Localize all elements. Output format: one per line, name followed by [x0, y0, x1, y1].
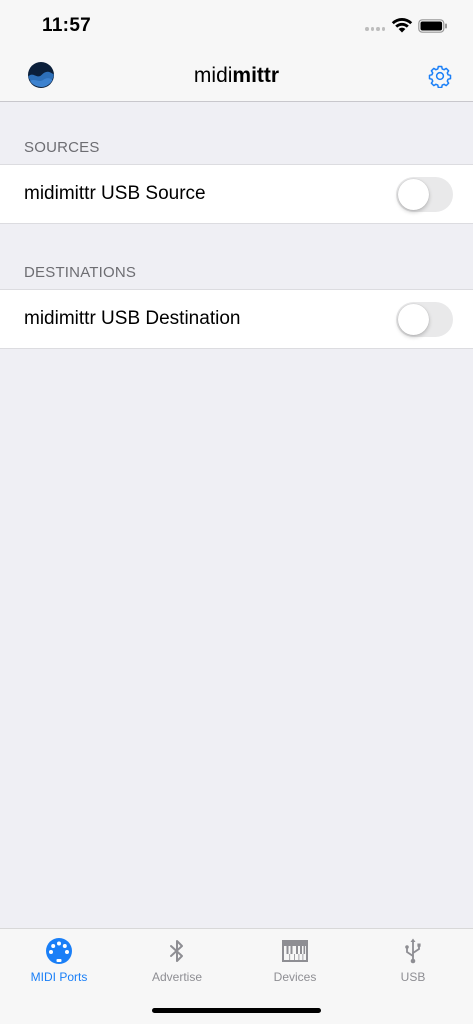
- app-title: midimittr: [0, 64, 473, 88]
- tab-advertise[interactable]: Advertise: [118, 929, 236, 991]
- tab-label: Devices: [273, 970, 317, 984]
- home-indicator: [152, 1008, 321, 1013]
- app-title-light: midi: [193, 64, 233, 87]
- tab-devices[interactable]: Devices: [236, 929, 354, 991]
- tab-midi-ports[interactable]: MIDI Ports: [0, 929, 118, 991]
- usb-icon: [405, 938, 421, 964]
- tab-label: MIDI Ports: [30, 970, 88, 984]
- tab-label: Advertise: [151, 970, 203, 984]
- battery-icon: [418, 19, 447, 33]
- toggle-knob: [398, 179, 429, 210]
- midi-port-icon: [46, 938, 72, 964]
- wifi-icon: [391, 18, 413, 33]
- destination-row: midimittr USB Destination: [0, 289, 473, 349]
- source-toggle[interactable]: [396, 177, 453, 212]
- navigation-bar: midimittr: [0, 52, 473, 102]
- destination-toggle[interactable]: [396, 302, 453, 337]
- toggle-knob: [398, 304, 429, 335]
- source-row: midimittr USB Source: [0, 164, 473, 224]
- sources-section-header: SOURCES: [24, 139, 100, 156]
- gear-icon[interactable]: [428, 64, 452, 88]
- tab-usb[interactable]: USB: [354, 929, 472, 991]
- keyboard-icon: [282, 940, 308, 962]
- bluetooth-icon: [170, 940, 183, 962]
- cellular-signal-icon: [365, 27, 385, 32]
- destination-label: midimittr USB Destination: [24, 308, 241, 329]
- status-time: 11:57: [42, 15, 92, 36]
- status-bar: 11:57: [0, 0, 473, 52]
- source-label: midimittr USB Source: [24, 183, 206, 204]
- app-title-bold: mittr: [232, 64, 280, 87]
- tab-label: USB: [400, 970, 426, 984]
- destinations-section-header: DESTINATIONS: [24, 264, 137, 281]
